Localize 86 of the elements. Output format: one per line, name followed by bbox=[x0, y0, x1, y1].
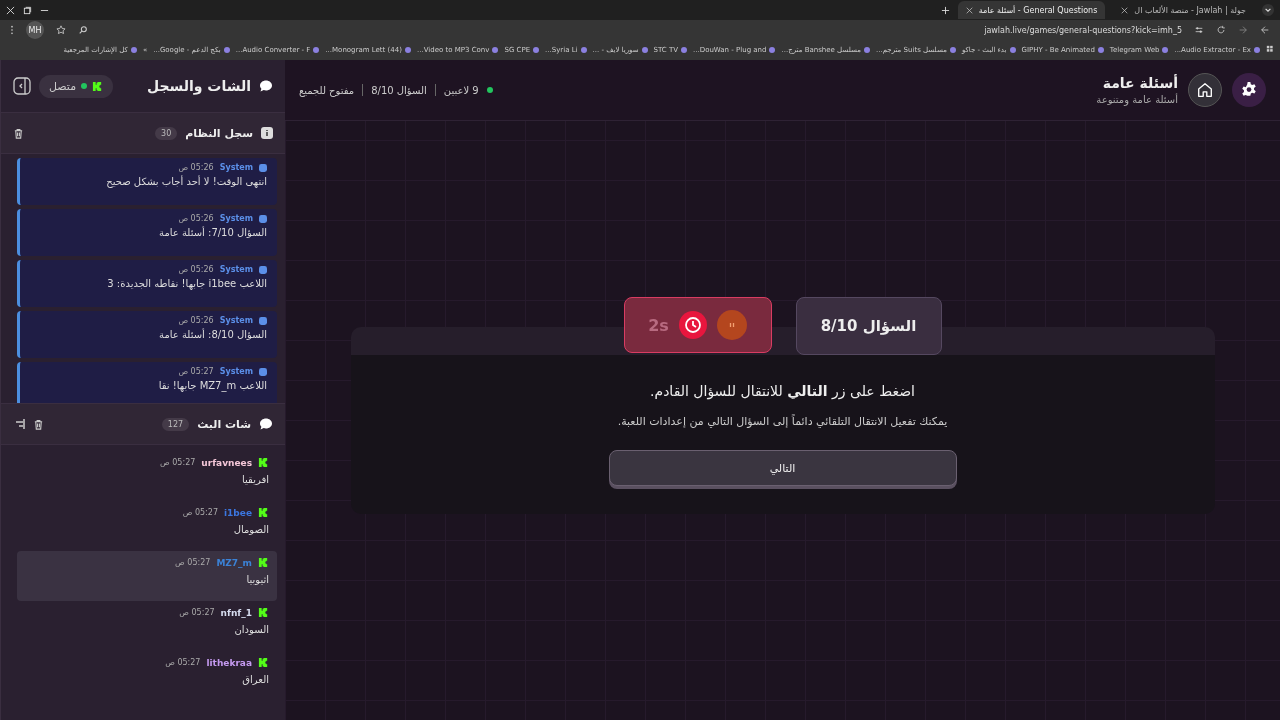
log-text: السؤال 7/10: أسئلة عامة bbox=[158, 227, 267, 238]
timestamp: 05:27 ص bbox=[178, 367, 214, 376]
timer-value: 2s bbox=[648, 315, 669, 335]
settings-button[interactable] bbox=[1232, 73, 1266, 107]
close-tab-icon[interactable] bbox=[1121, 6, 1129, 14]
message-text: الصومال bbox=[232, 524, 269, 535]
log-text: اللاعب i1bee جابها! نقاطه الجديدة: 3 bbox=[106, 278, 267, 289]
author-name: System bbox=[219, 316, 253, 325]
instruction-text: اضغط على زر التالي للانتقال للسؤال القادم. bbox=[650, 383, 915, 399]
author-name: System bbox=[219, 163, 253, 172]
more-icon[interactable] bbox=[10, 25, 14, 35]
username: nfnf_1 bbox=[220, 607, 252, 618]
author-name: System bbox=[219, 214, 253, 223]
connection-status: متصل bbox=[39, 74, 114, 98]
bot-icon bbox=[259, 265, 267, 274]
reload-icon[interactable] bbox=[1216, 25, 1226, 35]
timestamp: 05:27 ص bbox=[165, 658, 201, 667]
address-bar[interactable]: jawlah.live/games/general-questions?kick=imh_5 bbox=[984, 25, 1182, 35]
timestamp: 05:27 ص bbox=[160, 458, 196, 467]
search-icon[interactable] bbox=[78, 25, 88, 35]
close-tab-icon[interactable] bbox=[965, 6, 973, 14]
home-button[interactable] bbox=[1188, 73, 1222, 107]
kick-icon bbox=[92, 80, 104, 92]
kick-icon bbox=[258, 607, 269, 618]
message-text: اثيوبيا bbox=[245, 574, 269, 585]
bot-icon bbox=[259, 214, 267, 223]
close-icon[interactable] bbox=[6, 5, 15, 15]
game-subtitle: أسئلة عامة ومتنوعة bbox=[1096, 94, 1178, 105]
timestamp: 05:27 ص bbox=[179, 608, 215, 617]
message-text: العراق bbox=[241, 674, 269, 685]
online-dot bbox=[486, 87, 493, 93]
chat-bubble-icon bbox=[259, 417, 273, 431]
next-button[interactable]: التالي bbox=[608, 450, 957, 486]
kick-icon bbox=[258, 457, 269, 468]
plus-icon[interactable] bbox=[940, 5, 950, 15]
section-title: سجل النظام bbox=[185, 126, 253, 140]
count-badge: 30 bbox=[155, 126, 178, 140]
message-text: افريقيا bbox=[241, 474, 269, 485]
browser-tab[interactable]: جولة | Jawlah - منصة الألعاب ال bbox=[1113, 1, 1254, 19]
info-icon bbox=[261, 127, 273, 139]
trash-icon[interactable] bbox=[33, 418, 44, 430]
log-text: السؤال 8/10: أسئلة عامة bbox=[158, 329, 267, 340]
gear-icon bbox=[1240, 81, 1258, 99]
author-name: System bbox=[219, 367, 253, 376]
timestamp: 05:26 ص bbox=[178, 316, 214, 325]
browser-tab[interactable]: General Questions - أسئلة عامة bbox=[957, 1, 1106, 19]
align-icon[interactable] bbox=[13, 418, 25, 430]
chat-bubble-icon bbox=[259, 79, 273, 93]
bot-icon bbox=[259, 163, 267, 172]
game-title: أسئلة عامة bbox=[1101, 75, 1178, 91]
panel-title: الشات والسجل bbox=[146, 78, 251, 94]
clock-icon bbox=[678, 311, 707, 339]
trash-icon[interactable] bbox=[13, 127, 24, 139]
apps-icon[interactable] bbox=[1266, 45, 1276, 55]
author-name: System bbox=[219, 265, 253, 274]
timestamp: 05:26 ص bbox=[178, 265, 214, 274]
username: i1bee bbox=[224, 507, 252, 518]
username: lithekraa bbox=[206, 657, 252, 668]
kick-icon bbox=[258, 557, 269, 568]
restore-icon[interactable] bbox=[23, 5, 32, 15]
room-access: مفتوح للجميع bbox=[299, 84, 355, 96]
timestamp: 05:26 ص bbox=[178, 163, 214, 172]
log-text: اللاعب MZ7_m جابها! نقا bbox=[157, 380, 267, 391]
count-badge: 127 bbox=[161, 417, 190, 431]
bot-icon bbox=[259, 367, 267, 376]
tune-icon[interactable] bbox=[1194, 25, 1204, 35]
timestamp: 05:27 ص bbox=[175, 558, 211, 567]
hint-text: يمكنك تفعيل الانتقال التلقائي دائماً إلى السؤال التالي من إعدادات اللعبة. bbox=[617, 415, 948, 428]
kick-icon bbox=[258, 657, 269, 668]
profile-avatar[interactable]: MH bbox=[26, 21, 44, 39]
chevron-down-icon[interactable] bbox=[1262, 4, 1274, 16]
timestamp: 05:26 ص bbox=[178, 214, 214, 223]
log-text: انتهى الوقت! لا أحد أجاب بشكل صحيح bbox=[105, 176, 267, 187]
star-icon[interactable] bbox=[56, 25, 66, 35]
message-text: السودان bbox=[233, 624, 269, 635]
player-count: 9 لاعبين bbox=[443, 84, 479, 96]
home-icon bbox=[1196, 81, 1214, 99]
username: MZ7_m bbox=[216, 557, 252, 568]
question-badge: السؤال 8/10 bbox=[795, 297, 942, 355]
section-title: شات البث bbox=[197, 417, 251, 431]
kick-icon bbox=[258, 507, 269, 518]
username: urfavnees bbox=[201, 457, 252, 468]
collapse-panel-icon[interactable] bbox=[13, 77, 31, 95]
bot-icon bbox=[259, 316, 267, 325]
forward-icon[interactable] bbox=[1260, 25, 1270, 35]
timestamp: 05:27 ص bbox=[182, 508, 218, 517]
